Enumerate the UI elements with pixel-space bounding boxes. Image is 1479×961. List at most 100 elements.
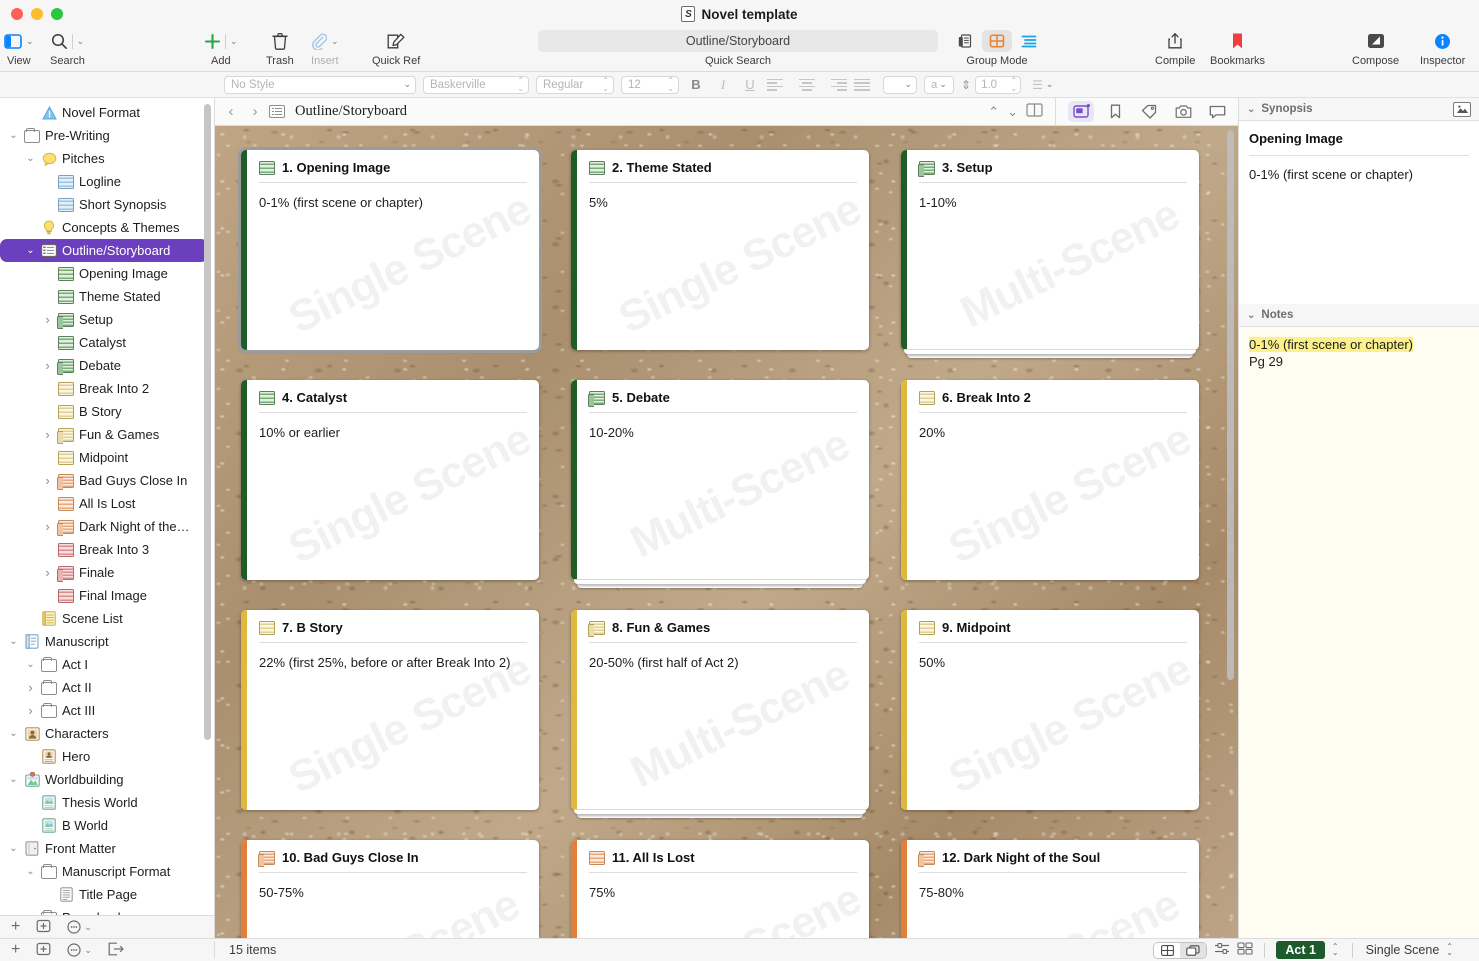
quick-search-input[interactable]: Outline/Storyboard xyxy=(538,30,938,52)
chevron-down-icon[interactable]: ⌄ xyxy=(1046,80,1054,89)
sidebar-item-opening-image[interactable]: ›Opening Image xyxy=(0,262,214,285)
back-button[interactable]: ‹ xyxy=(221,103,241,120)
align-center-button[interactable] xyxy=(796,76,818,94)
group-mode-corkboard-icon[interactable] xyxy=(982,30,1012,52)
sidebar-item-break-into-3[interactable]: ›Break Into 3 xyxy=(0,538,214,561)
sidebar-item-novel-format[interactable]: ›Novel Format xyxy=(0,101,214,124)
bookmark-icon[interactable] xyxy=(1231,32,1244,50)
sidebar-item-setup[interactable]: › Setup xyxy=(0,308,214,331)
paragraph-style-select[interactable]: No Style ⌄ xyxy=(224,75,416,94)
disclosure-expanded-icon[interactable]: ⌄ xyxy=(8,130,19,141)
sidebar-item-midpoint[interactable]: ›Midpoint xyxy=(0,446,214,469)
sidebar-item-debate[interactable]: › Debate xyxy=(0,354,214,377)
index-card[interactable]: Multi-Scene10. Bad Guys Close In50-75% xyxy=(241,840,539,938)
disclosure-expanded-icon[interactable]: ⌄ xyxy=(25,866,36,877)
next-document-icon[interactable]: ⌄ xyxy=(1007,104,1018,120)
add-item-button[interactable]: + xyxy=(11,918,20,936)
index-card-synopsis[interactable]: 0-1% (first scene or chapter) xyxy=(259,194,527,211)
font-family-select[interactable]: Baskerville ⌃ ⌄ xyxy=(423,75,529,94)
status-stepper-icon[interactable]: ⌃ ⌄ xyxy=(1446,943,1453,957)
index-card-synopsis[interactable]: 10% or earlier xyxy=(259,424,527,441)
disclosure-expanded-icon[interactable]: ⌄ xyxy=(25,659,36,670)
disclosure-collapsed-icon[interactable]: › xyxy=(42,519,53,534)
disclosure-collapsed-icon[interactable]: › xyxy=(42,358,53,373)
index-card-synopsis[interactable]: 22% (first 25%, before or after Break In… xyxy=(259,654,527,671)
index-card[interactable]: Single Scene11. All Is Lost75% xyxy=(571,840,869,938)
toolbar-view-group[interactable]: ⌄ View xyxy=(4,28,34,67)
sidebar-item-manuscript-format[interactable]: ⌄ Manuscript Format xyxy=(0,860,214,883)
compose-fullscreen-icon[interactable] xyxy=(1367,33,1385,49)
index-card[interactable]: Single Scene 9. Midpoint 50% xyxy=(901,610,1199,810)
status-label[interactable]: Single Scene xyxy=(1366,943,1440,957)
toolbar-groupmode-group[interactable]: Group Mode xyxy=(950,28,1044,67)
index-card[interactable]: Single Scene 6. Break Into 2 20% xyxy=(901,380,1199,580)
add-folder-button[interactable] xyxy=(36,918,51,936)
comments-tab[interactable] xyxy=(1204,101,1230,122)
index-card[interactable]: Multi-Scene 8. Fun & Games 20-50% (first h… xyxy=(571,610,869,818)
index-card-synopsis[interactable]: 20-50% (first half of Act 2) xyxy=(589,654,857,671)
disclosure-collapsed-icon[interactable]: › xyxy=(42,427,53,442)
sidebar-item-thesis-world[interactable]: ›Thesis World xyxy=(0,791,214,814)
add-item-button-status[interactable]: + xyxy=(11,941,20,959)
sidebar-item-characters[interactable]: ⌄ Characters xyxy=(0,722,214,745)
disclosure-collapsed-icon[interactable]: › xyxy=(25,703,36,718)
toolbar-compose-group[interactable]: Compose xyxy=(1352,28,1399,67)
share-up-icon[interactable] xyxy=(1167,32,1183,50)
line-spacing-input[interactable]: 1.0 ⌃ ⌄ xyxy=(975,75,1022,94)
magnifier-icon[interactable] xyxy=(51,33,68,50)
search-dropdown-chevron-icon[interactable]: ⌄ xyxy=(77,36,85,46)
index-card-synopsis[interactable]: 50% xyxy=(919,654,1187,671)
binder-options-button[interactable]: ⌄ xyxy=(67,920,92,934)
plus-icon[interactable] xyxy=(204,33,221,50)
chevron-down-icon[interactable]: ⌄ xyxy=(1247,104,1255,115)
index-card-synopsis[interactable]: 75% xyxy=(589,884,857,901)
sidebar-item-act-ii[interactable]: › Act II xyxy=(0,676,214,699)
list-icon[interactable]: ☰ xyxy=(1032,78,1043,92)
corkboard-options-icon[interactable] xyxy=(1214,942,1230,958)
label-stepper-icon[interactable]: ⌃ ⌄ xyxy=(1332,943,1339,957)
italic-button[interactable]: I xyxy=(713,76,733,94)
index-card[interactable]: Single Scene 2. Theme Stated 5% xyxy=(571,150,869,350)
disclosure-collapsed-icon[interactable]: › xyxy=(42,473,53,488)
sidebar-item-b-world[interactable]: ›B World xyxy=(0,814,214,837)
sidebar-item-catalyst[interactable]: ›Catalyst xyxy=(0,331,214,354)
synopsis-image-toggle-icon[interactable] xyxy=(1453,101,1471,117)
move-to-button[interactable] xyxy=(108,942,125,959)
sidebar-item-dark-night-of-the[interactable]: › Dark Night of the… xyxy=(0,515,214,538)
toolbar-quickref-group[interactable]: Quick Ref xyxy=(372,28,420,67)
sidebar-item-logline[interactable]: ›Logline xyxy=(0,170,214,193)
binder-list[interactable]: ›Novel Format⌄Pre-Writing⌄Pitches›Loglin… xyxy=(0,98,214,915)
align-right-button[interactable] xyxy=(825,76,847,94)
sidebar-item-concepts-themes[interactable]: ›Concepts & Themes xyxy=(0,216,214,239)
sidebar-item-short-synopsis[interactable]: ›Short Synopsis xyxy=(0,193,214,216)
toolbar-bookmarks-group[interactable]: Bookmarks xyxy=(1210,28,1265,67)
sidebar-item-all-is-lost[interactable]: ›All Is Lost xyxy=(0,492,214,515)
notes-tab[interactable] xyxy=(1068,101,1094,122)
add-folder-button-status[interactable] xyxy=(36,941,51,959)
font-size-select[interactable]: 12 ⌃ ⌄ xyxy=(621,75,679,94)
sidebar-item-pitches[interactable]: ⌄ Pitches xyxy=(0,147,214,170)
sidebar-item-act-iii[interactable]: › Act III xyxy=(0,699,214,722)
toolbar-trash-group[interactable]: Trash xyxy=(266,28,294,67)
sidebar-item-final-image[interactable]: ›Final Image xyxy=(0,584,214,607)
index-card-synopsis[interactable]: 20% xyxy=(919,424,1187,441)
sidebar-item-finale[interactable]: › Finale xyxy=(0,561,214,584)
view-dropdown-chevron-icon[interactable]: ⌄ xyxy=(26,36,34,46)
sidebar-item-front-matter[interactable]: ⌄ Front Matter xyxy=(0,837,214,860)
sidebar-item-theme-stated[interactable]: ›Theme Stated xyxy=(0,285,214,308)
index-card-synopsis[interactable]: 5% xyxy=(589,194,857,211)
toolbar-compile-group[interactable]: Compile xyxy=(1155,28,1195,67)
synopsis-body[interactable]: Opening Image 0-1% (first scene or chapt… xyxy=(1239,121,1479,304)
disclosure-expanded-icon[interactable]: ⌄ xyxy=(25,245,36,256)
highlight-button[interactable]: a ⌄ xyxy=(924,75,954,94)
sidebar-item-break-into-2[interactable]: ›Break Into 2 xyxy=(0,377,214,400)
index-card[interactable]: Single Scene 1. Opening Image 0-1% (first … xyxy=(241,150,539,350)
keywords-tab[interactable] xyxy=(1136,101,1162,122)
disclosure-expanded-icon[interactable]: ⌄ xyxy=(8,774,19,785)
align-left-button[interactable] xyxy=(767,76,789,94)
synopsis-text[interactable]: 0-1% (first scene or chapter) xyxy=(1249,167,1469,182)
bold-button[interactable]: B xyxy=(686,76,706,94)
sidebar-item-scene-list[interactable]: ›Scene List xyxy=(0,607,214,630)
toolbar-add-group[interactable]: ⌄ Add xyxy=(204,28,238,67)
chevron-down-icon[interactable]: ⌄ xyxy=(1247,310,1255,321)
